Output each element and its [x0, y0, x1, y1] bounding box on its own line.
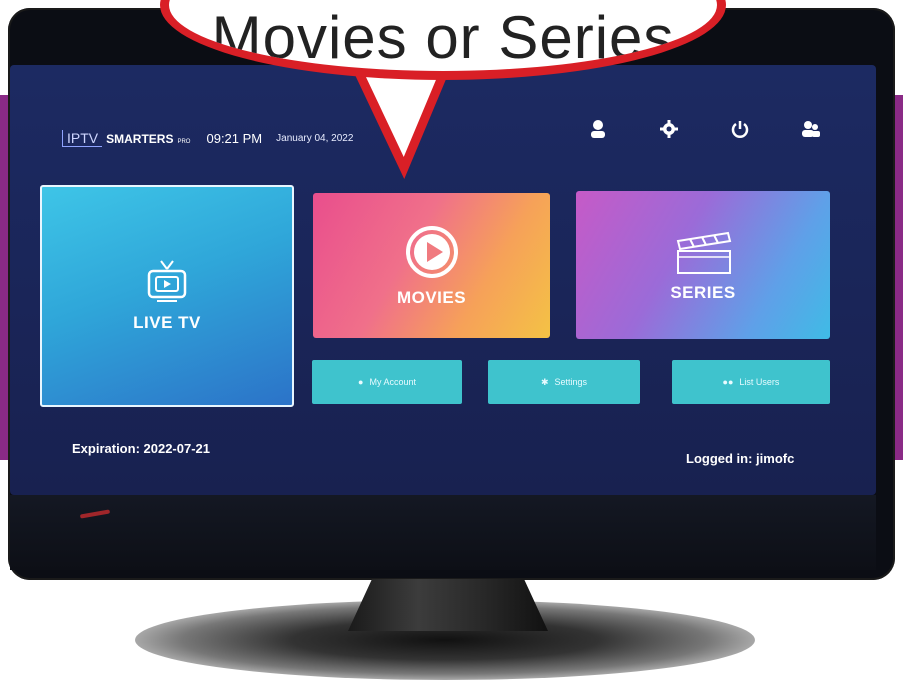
gear-icon: ✱: [540, 376, 549, 387]
my-account-button[interactable]: ● My Account: [312, 360, 462, 404]
logo-pro: PRO: [177, 139, 191, 145]
settings-button[interactable]: ✱ Settings: [488, 360, 640, 404]
movies-tile[interactable]: MOVIES: [313, 193, 550, 338]
monitor-chin: [10, 495, 876, 570]
switch-user-icon[interactable]: [798, 116, 824, 142]
logo-iptv: IPTV: [62, 130, 103, 147]
user-icon: ●: [358, 377, 364, 387]
power-icon[interactable]: [727, 116, 753, 142]
callout-bubble: Movies or Series: [160, 0, 726, 80]
settings-label: Settings: [554, 377, 588, 387]
live-tv-label: LIVE TV: [133, 313, 201, 332]
my-account-label: My Account: [369, 377, 416, 387]
list-users-label: List Users: [739, 377, 780, 387]
list-users-button[interactable]: ●● List Users: [672, 360, 830, 404]
clock-time: 09:21 PM: [206, 131, 263, 146]
account-icon[interactable]: [585, 116, 611, 142]
series-label: SERIES: [670, 283, 736, 302]
series-tile[interactable]: SERIES: [576, 191, 830, 339]
header-actions: [585, 116, 824, 142]
app-header: IPTV SMARTERS PRO 09:21 PM January 04, 2…: [62, 130, 353, 147]
expiration-text: Expiration: 2022-07-21: [72, 441, 211, 456]
movies-label: MOVIES: [396, 287, 467, 307]
logo-smarters: SMARTERS: [106, 132, 174, 146]
clapperboard-icon: [676, 231, 732, 274]
app-logo: IPTV SMARTERS PRO: [62, 130, 190, 147]
live-tv-tile[interactable]: LIVE TV: [40, 185, 294, 407]
logged-in-text: Logged in: jimofc: [686, 451, 795, 466]
play-icon: [405, 225, 458, 278]
users-icon: ●●: [722, 377, 734, 387]
tv-icon: [147, 260, 187, 302]
callout-text: Movies or Series: [211, 4, 675, 71]
settings-icon[interactable]: [656, 116, 682, 142]
monitor-stand-neck: [348, 579, 548, 631]
clock-date: January 04, 2022: [276, 133, 354, 144]
